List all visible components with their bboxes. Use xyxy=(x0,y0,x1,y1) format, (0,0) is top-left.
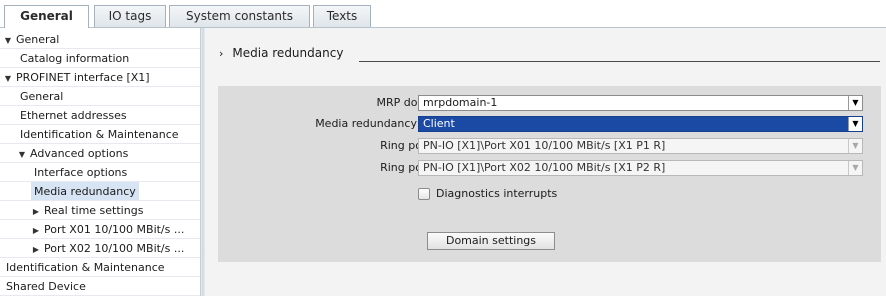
chevron-right-icon[interactable]: › xyxy=(219,47,223,60)
ring-port-2-select[interactable]: PN-IO [X1]\Port X02 10/100 MBit/s [X1 P2… xyxy=(418,160,863,176)
expanded-icon[interactable]: ▼ xyxy=(3,69,13,86)
chevron-down-icon[interactable]: ▼ xyxy=(848,96,862,110)
ring-port-1-select[interactable]: PN-IO [X1]\Port X01 10/100 MBit/s [X1 P1… xyxy=(418,138,863,154)
media-redundancy-role-select[interactable]: Client ▼ xyxy=(418,116,863,132)
section-header[interactable]: › Media redundancy xyxy=(219,46,343,60)
tree-item-ethernet-addresses[interactable]: Ethernet addresses xyxy=(0,106,200,125)
tree-item-port-x01[interactable]: ▶ Port X01 10/100 MBit/s ... xyxy=(0,220,200,239)
tree-item-interface-identification[interactable]: Identification & Maintenance xyxy=(0,125,200,144)
tree-item-catalog-information[interactable]: Catalog information xyxy=(0,49,200,68)
tree-item-profinet-interface[interactable]: ▼ PROFINET interface [X1] xyxy=(0,68,200,87)
diagnostics-interrupts-checkbox[interactable]: Diagnostics interrupts xyxy=(418,187,557,201)
tab-general[interactable]: General xyxy=(4,5,89,28)
collapsed-icon[interactable]: ▶ xyxy=(31,202,41,219)
tree-item-shared-device[interactable]: Shared Device xyxy=(0,277,200,296)
ring-port-1-value: PN-IO [X1]\Port X01 10/100 MBit/s [X1 P1… xyxy=(423,139,666,152)
mrp-domain-select[interactable]: mrpdomain-1 ▼ xyxy=(418,95,863,111)
expanded-icon[interactable]: ▼ xyxy=(3,31,13,48)
tree-item-general[interactable]: ▼ General xyxy=(0,30,200,49)
ring-port-2-value: PN-IO [X1]\Port X02 10/100 MBit/s [X1 P2… xyxy=(423,161,666,174)
tree-item-interface-general[interactable]: General xyxy=(0,87,200,106)
chevron-down-icon[interactable]: ▼ xyxy=(848,139,862,153)
diagnostics-interrupts-label: Diagnostics interrupts xyxy=(436,187,558,200)
tree-item-port-x02[interactable]: ▶ Port X02 10/100 MBit/s ... xyxy=(0,239,200,258)
navigation-tree: ▼ General Catalog information ▼ PROFINET i… xyxy=(0,28,200,296)
tab-system-constants[interactable]: System constants xyxy=(169,5,310,27)
section-title: Media redundancy xyxy=(232,46,344,60)
tree-item-media-redundancy[interactable]: Media redundancy xyxy=(0,182,200,201)
tab-bar: General IO tags System constants Texts xyxy=(0,0,886,28)
chevron-down-icon[interactable]: ▼ xyxy=(848,161,862,175)
media-redundancy-role-value: Client xyxy=(423,117,455,130)
tab-io-tags[interactable]: IO tags xyxy=(94,5,166,27)
collapsed-icon[interactable]: ▶ xyxy=(31,240,41,257)
tab-texts[interactable]: Texts xyxy=(313,5,371,27)
tree-item-real-time-settings[interactable]: ▶ Real time settings xyxy=(0,201,200,220)
tree-item-identification-maintenance[interactable]: Identification & Maintenance xyxy=(0,258,200,277)
properties-panel: › Media redundancy MRP domain mrpdomain-1… xyxy=(205,28,886,296)
media-redundancy-settings: MRP domain mrpdomain-1 ▼ Media redundanc… xyxy=(218,86,881,262)
tree-item-advanced-options[interactable]: ▼ Advanced options xyxy=(0,144,200,163)
checkbox-box[interactable] xyxy=(418,188,430,200)
section-divider xyxy=(359,61,880,62)
tree-item-interface-options[interactable]: Interface options xyxy=(0,163,200,182)
expanded-icon[interactable]: ▼ xyxy=(17,145,27,162)
mrp-domain-value: mrpdomain-1 xyxy=(423,96,498,109)
collapsed-icon[interactable]: ▶ xyxy=(31,221,41,238)
chevron-down-icon[interactable]: ▼ xyxy=(848,117,862,131)
domain-settings-button[interactable]: Domain settings xyxy=(427,232,555,250)
